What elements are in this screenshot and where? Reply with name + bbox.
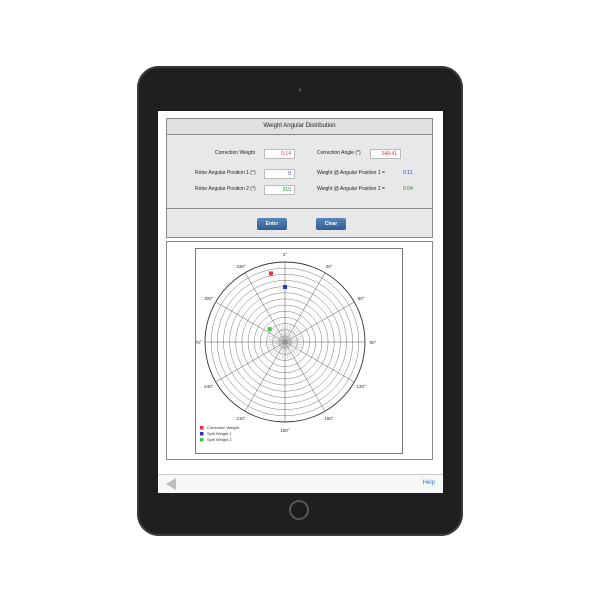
polar-chart: 0° 30° 60° 90° 120° 150° 180° 210° 240° 270° 300° 3…	[192, 252, 377, 442]
rotor-position-2-label: Rotor Angular Position 2 (°)	[195, 186, 256, 192]
angle-tick-label: 300°	[204, 296, 214, 301]
camera-icon	[297, 87, 303, 93]
rotor-position-2-field[interactable]: 310	[264, 185, 295, 195]
legend-swatch	[200, 438, 204, 442]
weight-position-2-label: Weight @ Angular Position 2 =	[317, 186, 385, 192]
chart-container: 0° 30° 60° 90° 120° 150° 180° 210° 240° 270° 300° 3…	[166, 241, 433, 460]
rotor-position-1-label: Rotor Angular Position 1 (°)	[195, 170, 256, 176]
legend-label: Split Weight 1	[207, 431, 232, 436]
polar-chart-frame: 0° 30° 60° 90° 120° 150° 180° 210° 240° 270° 300° 3…	[192, 248, 403, 454]
legend-label: Split Weight 2	[207, 437, 232, 442]
angle-tick-label: 240°	[204, 384, 214, 389]
bottom-toolbar: Help	[158, 474, 443, 493]
weight-position-2-value: 0.04	[403, 186, 413, 192]
home-button[interactable]	[289, 500, 309, 520]
angle-tick-label: 90°	[370, 340, 377, 345]
angle-tick-label: 180°	[280, 428, 290, 433]
correction-angle-label: Correction Angle (°)	[317, 150, 361, 156]
input-panel: Weight Angular Distribution Correction W…	[166, 118, 433, 238]
data-point	[283, 285, 287, 289]
help-link[interactable]: Help	[423, 480, 435, 486]
enter-button[interactable]: Enter	[257, 218, 287, 230]
button-row: Enter Clear	[167, 209, 432, 237]
angle-tick-label: 30°	[326, 264, 333, 269]
panel-title: Weight Angular Distribution	[167, 119, 432, 135]
data-point	[267, 327, 272, 332]
weight-position-1-label: Weight @ Angular Position 1 =	[317, 170, 385, 176]
rotor-position-1-field[interactable]: 0	[264, 169, 295, 179]
clear-button[interactable]: Clear	[316, 218, 346, 230]
data-point	[268, 271, 273, 276]
legend-label: Correction Weight	[207, 425, 240, 430]
angle-tick-label: 0°	[283, 252, 288, 257]
legend-swatch	[200, 426, 204, 430]
angle-tick-label: 270°	[196, 340, 202, 345]
angle-tick-label: 210°	[236, 416, 246, 421]
weight-position-1-value: 0.11	[403, 170, 413, 176]
correction-weight-label: Correction Weight	[215, 150, 255, 156]
legend-swatch	[200, 432, 204, 436]
app-screen: Weight Angular Distribution Correction W…	[158, 111, 443, 493]
input-form: Correction Weight 0.14 Correction Angle …	[167, 135, 432, 209]
back-arrow-icon[interactable]	[166, 478, 176, 490]
correction-weight-field[interactable]: 0.14	[264, 149, 295, 159]
correction-angle-field[interactable]: 348.41	[370, 149, 401, 159]
angle-tick-label: 150°	[324, 416, 334, 421]
angle-tick-label: 330°	[236, 264, 246, 269]
angle-tick-label: 60°	[358, 296, 365, 301]
angle-tick-label: 120°	[357, 384, 367, 389]
